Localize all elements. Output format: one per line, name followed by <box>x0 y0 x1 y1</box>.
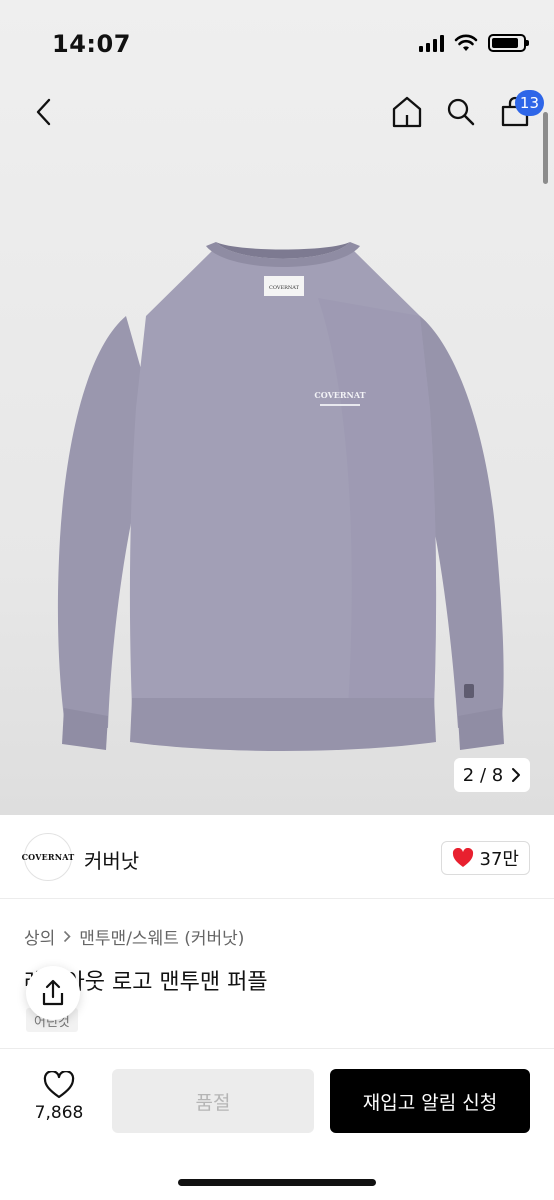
status-bar: 14:07 <box>0 0 554 90</box>
search-icon <box>447 98 475 126</box>
cart-count-badge: 13 <box>514 90 544 116</box>
brand-like-count: 37만 <box>479 849 519 870</box>
status-time: 14:07 <box>52 30 131 58</box>
scrollbar[interactable] <box>543 112 548 184</box>
top-nav-actions: 13 <box>390 90 544 132</box>
brand-name[interactable]: 커버낫 <box>84 845 139 874</box>
wifi-icon <box>454 34 478 51</box>
wishlist-count: 7,868 <box>34 1103 84 1123</box>
share-icon <box>42 979 64 1006</box>
search-button[interactable] <box>444 92 478 132</box>
image-pager[interactable]: 2 / 8 <box>454 758 530 792</box>
battery-icon <box>488 34 529 52</box>
back-button[interactable] <box>26 92 60 132</box>
image-pager-text: 2 / 8 <box>462 764 504 786</box>
home-indicator[interactable] <box>178 1179 376 1186</box>
status-icons <box>419 34 529 52</box>
brand-row[interactable]: COVERNAT 커버낫 37만 <box>0 815 554 899</box>
breadcrumb: 상의 맨투맨/스웨트 (커버낫) <box>24 924 244 949</box>
wishlist-button[interactable]: 7,868 <box>22 1071 96 1123</box>
soldout-button: 품절 <box>112 1069 314 1133</box>
heart-icon <box>452 848 473 867</box>
neck-label-text: COVERNAT <box>269 285 300 291</box>
brand-logo[interactable]: COVERNAT <box>22 833 74 881</box>
home-icon <box>392 96 422 128</box>
bottom-action-bar: 7,868 품절 재입고 알림 신청 <box>0 1048 554 1200</box>
breadcrumb-item[interactable]: 상의 <box>24 924 55 949</box>
share-button[interactable] <box>26 966 80 1020</box>
brand-like-button[interactable]: 37만 <box>440 841 530 875</box>
chevron-right-icon <box>64 930 71 943</box>
restock-notify-button[interactable]: 재입고 알림 신청 <box>330 1069 530 1133</box>
breadcrumb-item[interactable]: 맨투맨/스웨트 (커버낫) <box>79 924 244 949</box>
chest-logo-text: COVERNAT <box>314 390 365 400</box>
home-button[interactable] <box>390 92 424 132</box>
chevron-left-icon <box>36 98 51 126</box>
product-image-sweatshirt[interactable]: COVERNAT COVERNAT <box>48 238 518 758</box>
heart-outline-icon <box>43 1071 75 1099</box>
chevron-right-icon <box>512 768 521 782</box>
cellular-signal-icon <box>419 34 444 52</box>
cart-button[interactable]: 13 <box>498 90 544 132</box>
product-gallery[interactable]: 14:07 13 COVERNAT COVERNAT 2 / 8 <box>0 0 554 815</box>
